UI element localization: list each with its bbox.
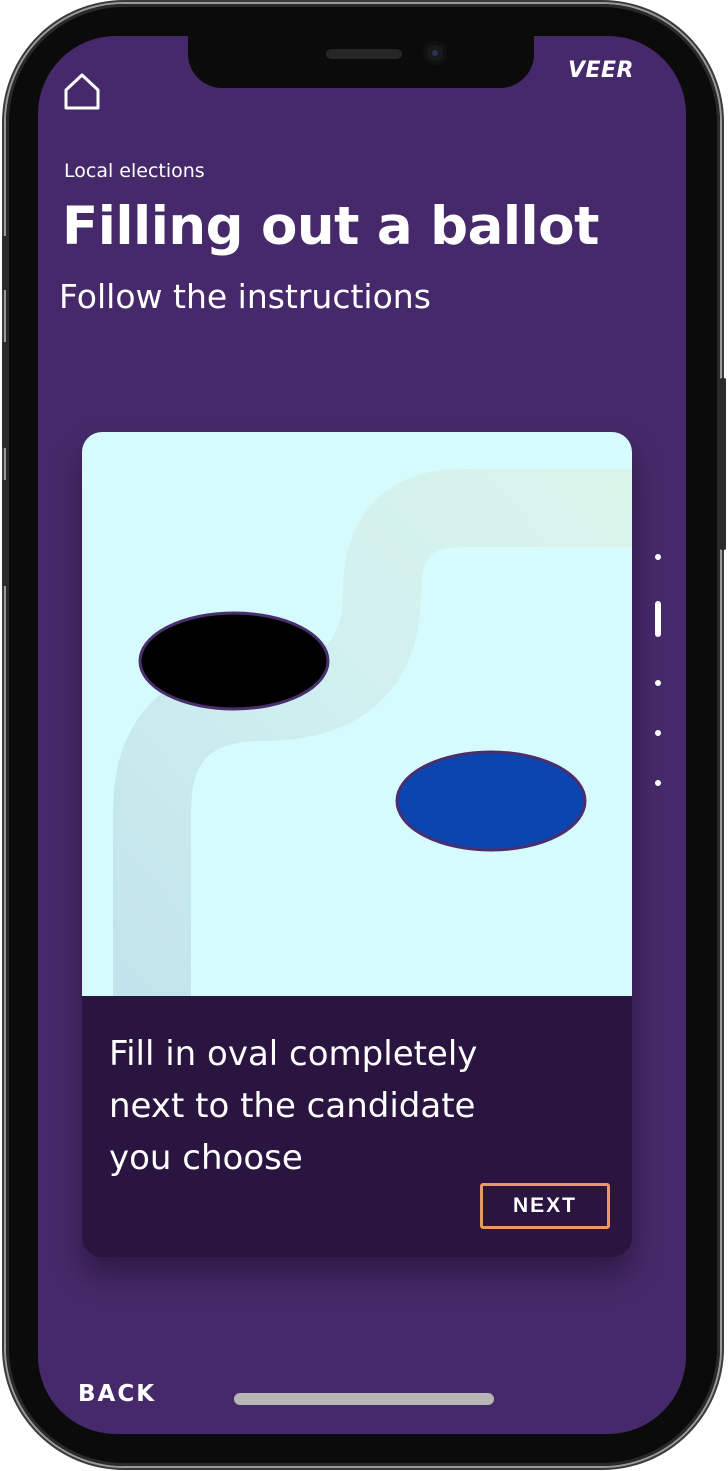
- ballot-path: [113, 469, 632, 996]
- page-dot[interactable]: [655, 554, 661, 560]
- page-dot[interactable]: [655, 780, 661, 786]
- home-icon[interactable]: [62, 72, 102, 112]
- back-button[interactable]: BACK: [78, 1381, 156, 1407]
- ballot-illustration: [82, 432, 632, 996]
- home-indicator[interactable]: [234, 1393, 494, 1405]
- side-button-volume-up: [2, 342, 8, 448]
- front-camera: [423, 41, 447, 65]
- speaker-grille: [326, 49, 402, 59]
- page-dot[interactable]: [655, 680, 661, 686]
- page-dot[interactable]: [655, 730, 661, 736]
- brand-logo: VEER: [567, 58, 634, 83]
- app-screen: VEER Local elections Filling out a ballo…: [38, 36, 686, 1434]
- notch: [188, 36, 534, 88]
- page-title: Filling out a ballot: [62, 196, 599, 257]
- instruction-card: Fill in oval completely next to the cand…: [82, 432, 632, 1257]
- side-button-power: [720, 378, 726, 550]
- next-button[interactable]: NEXT: [480, 1183, 610, 1229]
- side-button-mute: [2, 236, 8, 290]
- page-dot-active[interactable]: [655, 601, 661, 637]
- page-subtitle: Follow the instructions: [59, 277, 431, 316]
- section-kicker: Local elections: [64, 160, 205, 182]
- blue-oval: [395, 750, 587, 852]
- filled-oval: [138, 611, 330, 711]
- page-indicator: [648, 546, 668, 796]
- instruction-text: Fill in oval completely next to the cand…: [109, 1034, 478, 1178]
- side-button-volume-down: [2, 480, 8, 586]
